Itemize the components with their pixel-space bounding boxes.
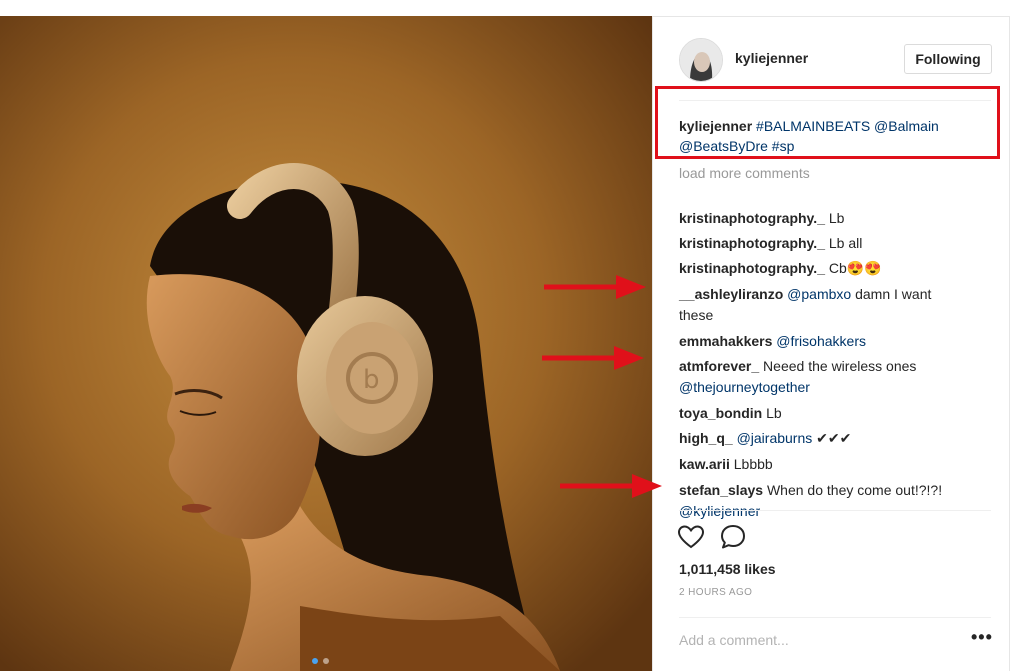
annotation-arrow [542, 346, 644, 370]
carousel-dot[interactable] [323, 658, 329, 664]
comment-username[interactable]: kristinaphotography._ [679, 210, 825, 226]
comment: high_q_ @jairaburns ✔✔✔ [679, 430, 851, 447]
comment-text: Lb [828, 210, 845, 226]
comment-icon[interactable] [719, 523, 747, 551]
comment-text-continued: @kyliejenner [679, 503, 761, 519]
post-timestamp[interactable]: 2 HOURS AGO [679, 587, 752, 598]
comment-text: Neeed the wireless ones [763, 358, 917, 374]
comment: stefan_slays When do they come out!?!?! [679, 482, 942, 498]
comment: kaw.arii Lbbbb [679, 456, 773, 472]
comment-username[interactable]: high_q_ [679, 430, 733, 446]
post-actions [677, 523, 747, 551]
comment: __ashleyliranzo @pambxo damn I want [679, 286, 931, 302]
instagram-post-view: b kyliejenner Following kyliejenner #BAL… [0, 0, 1024, 671]
avatar-image [680, 39, 722, 81]
caption-line-1: kyliejenner #BALMAINBEATS @Balmain [679, 118, 939, 134]
comment-text: @pambxo damn I want [787, 286, 932, 302]
comment-text: Lbbbb [733, 456, 773, 472]
likes-count[interactable]: 1,011,458 likes [679, 561, 776, 577]
carousel-dot-active [312, 658, 318, 664]
comment-text-continued: @thejourneytogether [679, 379, 810, 395]
comment-username[interactable]: emmahakkers [679, 333, 772, 349]
divider [679, 617, 991, 618]
comment-username[interactable]: atmforever_ [679, 358, 759, 374]
caption-line-2[interactable]: @BeatsByDre #sp [679, 138, 794, 154]
comment-text-continued: these [679, 307, 714, 323]
comment-text: Cb😍😍 [828, 260, 882, 276]
comment-text: @jairaburns ✔✔✔ [736, 430, 852, 446]
comment-text: Lb [766, 405, 782, 421]
post-author-username[interactable]: kyliejenner [735, 50, 808, 66]
load-more-comments-link[interactable]: load more comments [679, 165, 810, 181]
comment-username[interactable]: kristinaphotography._ [679, 260, 825, 276]
comment: toya_bondin Lb [679, 405, 782, 421]
comment: kristinaphotography._ Lb [679, 210, 844, 226]
caption-username[interactable]: kyliejenner [679, 118, 752, 134]
add-comment-input[interactable]: Add a comment... [679, 632, 789, 648]
comment-username[interactable]: __ashleyliranzo [679, 286, 783, 302]
caption-text[interactable]: #BALMAINBEATS @Balmain [756, 118, 939, 134]
comment-text: Lb all [828, 235, 863, 251]
annotation-arrow [544, 275, 646, 299]
post-sidebar: kyliejenner Following kyliejenner #BALMA… [652, 16, 1010, 671]
annotation-arrow [560, 474, 662, 498]
comment: kristinaphotography._ Cb😍😍 [679, 260, 882, 277]
following-button[interactable]: Following [904, 44, 992, 74]
avatar[interactable] [679, 38, 723, 82]
svg-text:b: b [363, 365, 380, 395]
comment: kristinaphotography._ Lb all [679, 235, 862, 251]
carousel-indicator [312, 658, 329, 664]
comment: emmahakkers @frisohakkers [679, 333, 866, 349]
comment-username[interactable]: kaw.arii [679, 456, 730, 472]
comment-text: When do they come out!?!?! [766, 482, 943, 498]
more-options-icon[interactable]: ••• [971, 627, 993, 648]
comment: atmforever_ Neeed the wireless ones [679, 358, 916, 374]
comment-username[interactable]: stefan_slays [679, 482, 763, 498]
comment-username[interactable]: kristinaphotography._ [679, 235, 825, 251]
comment-username[interactable]: toya_bondin [679, 405, 762, 421]
divider [679, 510, 991, 511]
comment-text: @frisohakkers [776, 333, 866, 349]
heart-icon[interactable] [677, 523, 705, 551]
